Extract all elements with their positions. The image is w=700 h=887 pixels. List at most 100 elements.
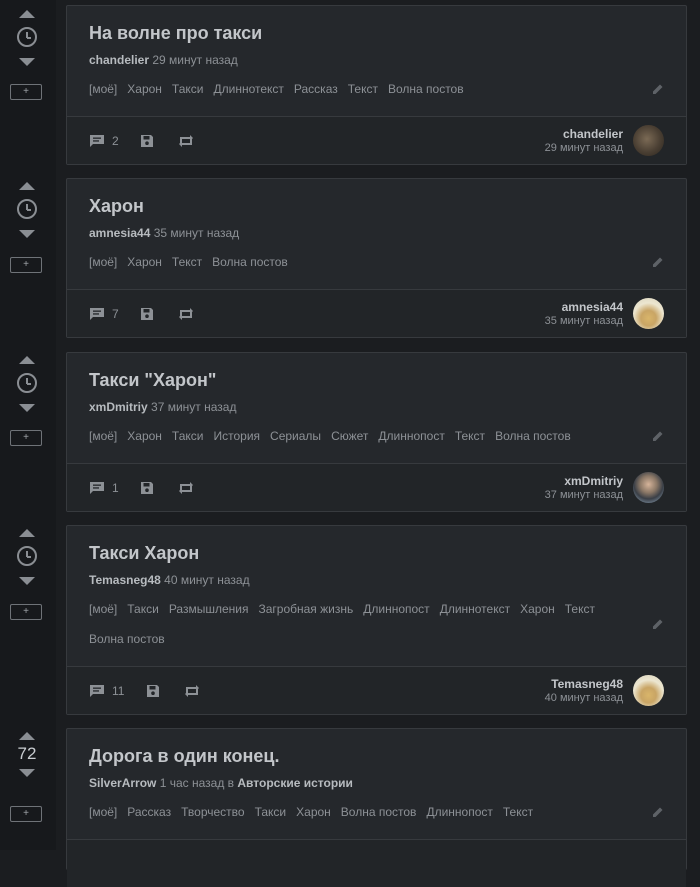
rating-column — [0, 520, 54, 585]
tag[interactable]: Текст — [348, 82, 378, 96]
tag[interactable]: Сериалы — [270, 429, 321, 443]
story-title[interactable]: На волне про такси — [89, 6, 664, 43]
comment-icon[interactable] — [89, 481, 105, 495]
downvote-arrow-icon[interactable] — [19, 577, 35, 585]
downvote-arrow-icon[interactable] — [19, 230, 35, 238]
floppy-icon[interactable] — [140, 481, 154, 495]
floppy-icon[interactable] — [140, 134, 154, 148]
avatar[interactable] — [633, 298, 664, 329]
tag[interactable]: Харон — [127, 429, 162, 443]
upvote-arrow-icon[interactable] — [19, 356, 35, 364]
tag[interactable]: Такси — [255, 805, 287, 819]
avatar[interactable] — [633, 675, 664, 706]
tag[interactable]: [моё] — [89, 602, 117, 616]
story-title[interactable]: Дорога в один конец. — [89, 729, 664, 766]
tag[interactable]: [моё] — [89, 805, 117, 819]
tag[interactable]: Такси — [127, 602, 159, 616]
footer-time: 40 минут назад — [544, 692, 623, 704]
tag[interactable]: Волна постов — [388, 82, 464, 96]
tag[interactable]: Харон — [520, 602, 555, 616]
add-button[interactable]: + — [10, 257, 42, 273]
pencil-icon[interactable] — [652, 256, 664, 268]
story-card: Такси "Харон" xmDmitriy 37 минут назад [… — [66, 352, 687, 512]
rating-score: 72 — [17, 744, 37, 763]
pencil-icon[interactable] — [652, 430, 664, 442]
repost-icon[interactable] — [183, 684, 201, 698]
story-author[interactable]: SilverArrow — [89, 776, 156, 790]
avatar[interactable] — [633, 125, 664, 156]
upvote-arrow-icon[interactable] — [19, 529, 35, 537]
rating-column — [0, 173, 54, 238]
tag[interactable]: Сюжет — [331, 429, 368, 443]
tag[interactable]: Харон — [296, 805, 331, 819]
footer-author-name[interactable]: chandelier — [545, 127, 623, 141]
tag[interactable]: Длиннопост — [378, 429, 444, 443]
tag[interactable]: Текст — [455, 429, 485, 443]
floppy-icon[interactable] — [140, 307, 154, 321]
upvote-arrow-icon[interactable] — [19, 732, 35, 740]
story-title[interactable]: Такси Харон — [89, 526, 664, 563]
add-button[interactable]: + — [10, 84, 42, 100]
pencil-icon[interactable] — [652, 618, 664, 630]
comment-count[interactable]: 1 — [112, 481, 119, 495]
tag[interactable]: Текст — [503, 805, 533, 819]
community-link[interactable]: Авторские истории — [237, 776, 353, 790]
tag[interactable]: Волна постов — [89, 632, 165, 646]
story-author[interactable]: Temasneg48 — [89, 573, 161, 587]
avatar[interactable] — [633, 472, 664, 503]
add-button[interactable]: + — [10, 604, 42, 620]
tag[interactable]: Харон — [127, 255, 162, 269]
tag[interactable]: [моё] — [89, 82, 117, 96]
comment-count[interactable]: 2 — [112, 134, 119, 148]
footer-author-name[interactable]: xmDmitriy — [545, 474, 623, 488]
repost-icon[interactable] — [177, 134, 195, 148]
pencil-icon[interactable] — [652, 806, 664, 818]
story-author[interactable]: chandelier — [89, 53, 149, 67]
tag[interactable]: Волна постов — [495, 429, 571, 443]
story-card: Дорога в один конец. SilverArrow 1 час н… — [66, 728, 687, 887]
tag[interactable]: [моё] — [89, 429, 117, 443]
tag[interactable]: Харон — [127, 82, 162, 96]
tag[interactable]: Длиннопост — [426, 805, 492, 819]
tag[interactable]: Длиннотекст — [213, 82, 283, 96]
tag[interactable]: Волна постов — [212, 255, 288, 269]
upvote-arrow-icon[interactable] — [19, 10, 35, 18]
story-time: 1 час назад — [159, 776, 225, 790]
tag[interactable]: Размышления — [169, 602, 249, 616]
comment-count[interactable]: 11 — [112, 684, 124, 698]
story-title[interactable]: Такси "Харон" — [89, 353, 664, 390]
tag[interactable]: Рассказ — [127, 805, 171, 819]
downvote-arrow-icon[interactable] — [19, 769, 35, 777]
pencil-icon[interactable] — [652, 83, 664, 95]
tag[interactable]: Волна постов — [341, 805, 417, 819]
comment-icon[interactable] — [89, 684, 105, 698]
tag[interactable]: Рассказ — [294, 82, 338, 96]
add-button[interactable]: + — [10, 430, 42, 446]
repost-icon[interactable] — [177, 481, 195, 495]
comment-icon[interactable] — [89, 134, 105, 148]
floppy-icon[interactable] — [146, 684, 160, 698]
tag[interactable]: Длиннотекст — [440, 602, 510, 616]
add-button[interactable]: + — [10, 806, 42, 822]
story-author[interactable]: amnesia44 — [89, 226, 150, 240]
tag[interactable]: Длиннопост — [363, 602, 429, 616]
tag[interactable]: Загробная жизнь — [258, 602, 353, 616]
comment-icon[interactable] — [89, 307, 105, 321]
tag[interactable]: Текст — [565, 602, 595, 616]
footer-author-name[interactable]: amnesia44 — [545, 300, 623, 314]
footer-author-name[interactable]: Temasneg48 — [545, 677, 623, 691]
downvote-arrow-icon[interactable] — [19, 404, 35, 412]
comment-count[interactable]: 7 — [112, 307, 119, 321]
tag[interactable]: Такси — [172, 429, 204, 443]
story-title[interactable]: Харон — [89, 179, 664, 216]
upvote-arrow-icon[interactable] — [19, 182, 35, 190]
story-author[interactable]: xmDmitriy — [89, 400, 148, 414]
repost-icon[interactable] — [177, 307, 195, 321]
tag[interactable]: Текст — [172, 255, 202, 269]
downvote-arrow-icon[interactable] — [19, 58, 35, 66]
clock-icon — [17, 199, 37, 219]
tag[interactable]: История — [213, 429, 260, 443]
tag[interactable]: [моё] — [89, 255, 117, 269]
tag[interactable]: Творчество — [181, 805, 244, 819]
tag[interactable]: Такси — [172, 82, 204, 96]
